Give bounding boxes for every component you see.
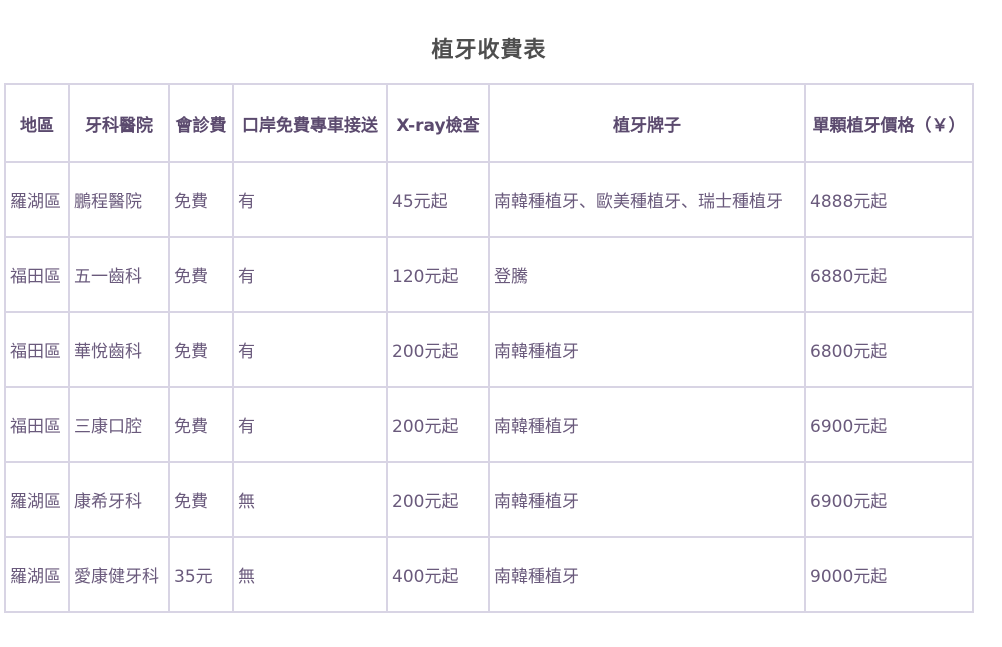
header-xray: X-ray檢查 xyxy=(386,83,490,163)
cell-xray: 45元起 xyxy=(386,161,490,238)
table-row: 福田區 華悅齒科 免費 有 200元起 南韓種植牙 6800元起 xyxy=(4,311,974,388)
cell-brand: 南韓種植牙 xyxy=(488,311,806,388)
cell-clinic: 鵬程醫院 xyxy=(68,161,170,238)
cell-region: 福田區 xyxy=(4,386,70,463)
cell-consultation-fee: 免費 xyxy=(168,311,234,388)
cell-shuttle: 有 xyxy=(232,161,388,238)
cell-price: 4888元起 xyxy=(804,161,974,238)
cell-clinic: 康希牙科 xyxy=(68,461,170,538)
cell-xray: 120元起 xyxy=(386,236,490,313)
cell-consultation-fee: 免費 xyxy=(168,386,234,463)
table-row: 羅湖區 愛康健牙科 35元 無 400元起 南韓種植牙 9000元起 xyxy=(4,536,974,613)
cell-price: 6880元起 xyxy=(804,236,974,313)
cell-brand: 南韓種植牙、歐美種植牙、瑞士種植牙 xyxy=(488,161,806,238)
table-row: 福田區 五一齒科 免費 有 120元起 登騰 6880元起 xyxy=(4,236,974,313)
cell-shuttle: 無 xyxy=(232,536,388,613)
cell-xray: 200元起 xyxy=(386,386,490,463)
header-consultation-fee: 會診費 xyxy=(168,83,234,163)
table-row: 羅湖區 康希牙科 免費 無 200元起 南韓種植牙 6900元起 xyxy=(4,461,974,538)
cell-brand: 登騰 xyxy=(488,236,806,313)
cell-shuttle: 有 xyxy=(232,311,388,388)
header-free-shuttle: 口岸免費專車接送 xyxy=(232,83,388,163)
cell-shuttle: 有 xyxy=(232,236,388,313)
cell-brand: 南韓種植牙 xyxy=(488,536,806,613)
table-header-row: 地區 牙科醫院 會診費 口岸免費專車接送 X-ray檢查 植牙牌子 單顆植牙價格… xyxy=(4,83,974,163)
table-row: 福田區 三康口腔 免費 有 200元起 南韓種植牙 6900元起 xyxy=(4,386,974,463)
page-title: 植牙收費表 xyxy=(431,38,547,63)
cell-xray: 400元起 xyxy=(386,536,490,613)
header-price: 單顆植牙價格（￥） xyxy=(804,83,974,163)
cell-shuttle: 無 xyxy=(232,461,388,538)
cell-brand: 南韓種植牙 xyxy=(488,386,806,463)
cell-price: 6800元起 xyxy=(804,311,974,388)
cell-xray: 200元起 xyxy=(386,311,490,388)
cell-consultation-fee: 免費 xyxy=(168,461,234,538)
cell-region: 福田區 xyxy=(4,311,70,388)
table-row: 羅湖區 鵬程醫院 免費 有 45元起 南韓種植牙、歐美種植牙、瑞士種植牙 488… xyxy=(4,161,974,238)
cell-region: 羅湖區 xyxy=(4,461,70,538)
cell-shuttle: 有 xyxy=(232,386,388,463)
cell-consultation-fee: 35元 xyxy=(168,536,234,613)
cell-clinic: 華悅齒科 xyxy=(68,311,170,388)
cell-clinic: 五一齒科 xyxy=(68,236,170,313)
header-dental-clinic: 牙科醫院 xyxy=(68,83,170,163)
cell-region: 羅湖區 xyxy=(4,536,70,613)
cell-price: 6900元起 xyxy=(804,461,974,538)
cell-clinic: 愛康健牙科 xyxy=(68,536,170,613)
cell-price: 6900元起 xyxy=(804,386,974,463)
implant-fee-table: 地區 牙科醫院 會診費 口岸免費專車接送 X-ray檢查 植牙牌子 單顆植牙價格… xyxy=(4,83,974,613)
cell-brand: 南韓種植牙 xyxy=(488,461,806,538)
cell-consultation-fee: 免費 xyxy=(168,236,234,313)
cell-price: 9000元起 xyxy=(804,536,974,613)
cell-region: 羅湖區 xyxy=(4,161,70,238)
cell-region: 福田區 xyxy=(4,236,70,313)
cell-consultation-fee: 免費 xyxy=(168,161,234,238)
cell-xray: 200元起 xyxy=(386,461,490,538)
header-region: 地區 xyxy=(4,83,70,163)
cell-clinic: 三康口腔 xyxy=(68,386,170,463)
header-implant-brand: 植牙牌子 xyxy=(488,83,806,163)
